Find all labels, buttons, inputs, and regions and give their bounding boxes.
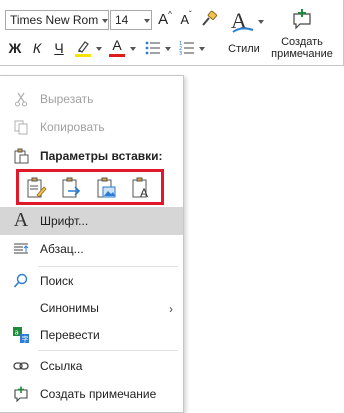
bullets-dropdown-icon[interactable] [165,47,171,51]
new-comment-icon [12,385,30,403]
paste-keep-formatting-button[interactable] [23,177,49,199]
menu-item-translate-label: Перевести [40,328,100,342]
add-comment-label-line1: Создать [281,36,323,48]
font-name-field[interactable]: Times New Rom [5,10,109,30]
numbered-list-icon: 1 2 3 [179,41,194,56]
svg-text:a: a [15,329,19,337]
svg-text:字: 字 [22,335,29,344]
grow-font-button[interactable]: A ^ [156,9,174,29]
format-painter-button[interactable] [199,9,219,29]
menu-item-link[interactable]: Ссылка [0,353,183,379]
menu-item-new-comment[interactable]: Создать примечание [0,381,183,407]
menu-item-font[interactable]: A Шрифт... [0,207,183,235]
paste-text-only-icon: A [132,177,148,199]
shrink-font-button[interactable]: A ˇ [177,9,195,29]
numbering-button[interactable]: 1 2 3 [178,38,196,58]
bullet-list-icon [145,41,160,55]
bold-label: Ж [8,40,22,56]
menu-separator [38,350,178,351]
menu-item-cut-label: Вырезать [40,92,94,106]
menu-item-copy[interactable]: Копировать [0,114,183,140]
bullets-button[interactable] [144,38,162,58]
paragraph-icon [12,240,30,258]
menu-separator [38,266,178,267]
chevron-right-icon: › [169,302,173,316]
italic-label: К [32,40,42,56]
grow-font-caret-icon: ^ [168,10,172,19]
grow-font-label: A [158,10,169,28]
font-color-button[interactable]: A [108,36,126,58]
scissors-icon [12,90,30,108]
paste-merge-formatting-icon [62,177,81,198]
menu-item-search-label: Поиск [40,274,74,288]
menu-item-translate[interactable]: a 字 Перевести [0,322,183,348]
menu-item-link-label: Ссылка [40,359,83,373]
add-comment-button[interactable]: Создать примечание [266,6,338,62]
highlight-dropdown-icon[interactable] [96,47,102,51]
numbering-dropdown-icon[interactable] [199,47,205,51]
menu-item-search[interactable]: Поиск [0,268,183,294]
menu-item-new-comment-label: Создать примечание [40,387,157,401]
styles-button[interactable]: A Стили [224,6,264,62]
menu-item-synonyms-label: Синонимы [40,301,99,315]
underline-button[interactable]: Ч [50,38,68,58]
paste-picture-button[interactable] [93,177,119,199]
svg-text:A: A [140,186,148,199]
paste-keep-formatting-icon [27,177,47,198]
font-size-value: 14 [115,13,129,27]
search-icon [12,272,30,290]
font-size-dropdown-icon[interactable] [144,19,150,23]
svg-text:3: 3 [179,51,182,56]
paste-options-highlight: A [16,169,164,205]
clipboard-icon [12,147,30,165]
shrink-font-caret-icon: ˇ [189,10,192,19]
new-comment-icon [293,9,311,30]
font-size-field[interactable]: 14 [110,10,152,30]
styles-icon: A [231,8,254,33]
menu-item-paragraph-label: Абзац... [40,242,84,256]
font-color-dropdown-icon[interactable] [130,47,136,51]
paste-options-header: Параметры вставки: [0,143,183,169]
paste-options-label: Параметры вставки: [40,149,163,163]
menu-item-copy-label: Копировать [40,120,105,134]
menu-item-paragraph[interactable]: Абзац... [0,236,183,262]
context-menu: Вырезать Копировать Параметры вставки: A… [0,75,184,413]
menu-item-font-label: Шрифт... [40,214,89,228]
font-name-dropdown-icon[interactable] [102,19,108,23]
copy-icon [12,118,30,136]
link-icon [12,357,30,375]
translate-icon: a 字 [12,326,30,344]
paste-merge-formatting-button[interactable] [58,177,84,199]
mini-toolbar: Times New Rom 14 A ^ A ˇ Ж К Ч A 1 2 3 A… [0,0,344,66]
font-color-letter: A [112,36,122,53]
paste-picture-icon [97,177,116,198]
font-name-value: Times New Rom [10,13,99,27]
highlighter-icon [75,41,91,57]
styles-label: Стили [228,43,260,55]
menu-item-cut[interactable]: Вырезать [0,86,183,112]
add-comment-label-line2: примечание [271,48,333,60]
font-icon: A [13,209,29,231]
format-painter-icon [202,10,218,26]
bold-button[interactable]: Ж [6,38,24,58]
italic-button[interactable]: К [28,38,46,58]
font-color-bar [109,53,125,57]
shrink-font-label: A [180,11,189,27]
highlight-button[interactable] [72,37,94,59]
menu-item-synonyms[interactable]: Синонимы › [0,295,183,321]
paste-text-only-button[interactable]: A [128,177,154,199]
styles-dropdown-icon [258,20,264,24]
underline-label: Ч [54,40,64,56]
